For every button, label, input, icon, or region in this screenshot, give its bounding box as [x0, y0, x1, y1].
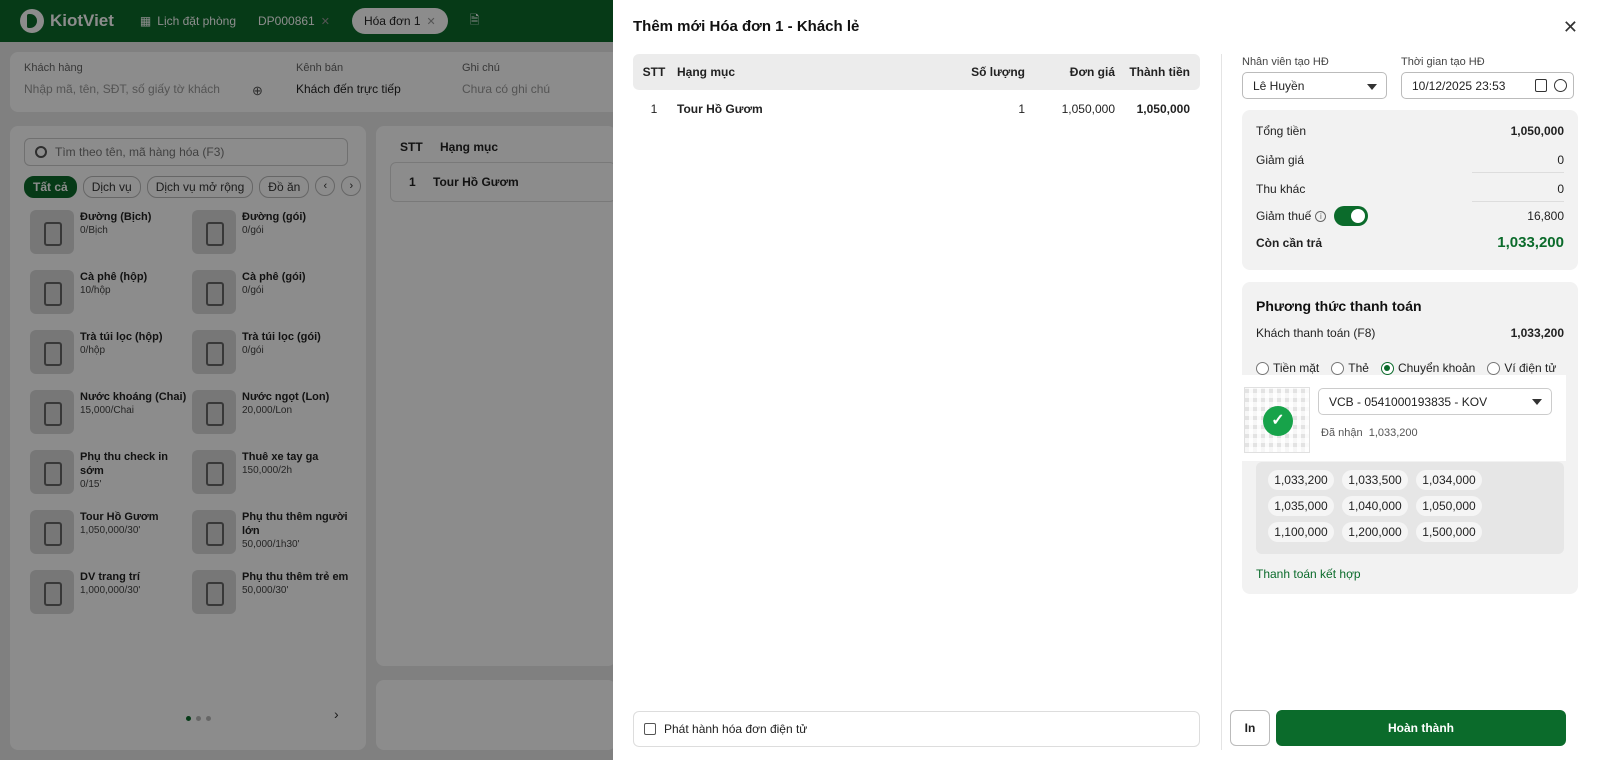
header-stt: STT [642, 65, 666, 79]
discount-underline [1472, 172, 1564, 173]
quick-amount-button[interactable]: 1,200,000 [1342, 522, 1408, 542]
row-qty: 1 [1018, 102, 1025, 116]
total-value: 1,050,000 [1510, 124, 1564, 138]
method-cash[interactable]: Tiền mặt [1256, 361, 1319, 375]
quick-amount-button[interactable]: 1,035,000 [1268, 496, 1334, 516]
print-button[interactable]: In [1230, 710, 1270, 746]
other-income-row[interactable]: Thu khác 0 [1256, 182, 1564, 196]
received-amount: Đã nhận 1,033,200 [1321, 427, 1418, 439]
amount-due-row: Còn cần trả 1,033,200 [1256, 234, 1564, 251]
tax-value: 16,800 [1527, 209, 1564, 223]
table-row: 1 Tour Hồ Gươm 1 1,050,000 1,050,000 [633, 90, 1200, 128]
staff-label: Nhân viên tạo HĐ [1242, 56, 1329, 68]
chevron-down-icon [1532, 399, 1542, 405]
e-invoice-label: Phát hành hóa đơn điện tử [664, 722, 808, 736]
divider [1221, 54, 1222, 750]
method-label: Thẻ [1348, 361, 1369, 375]
other-value[interactable]: 0 [1557, 182, 1564, 196]
received-value: 1,033,200 [1368, 427, 1418, 439]
radio-icon [1256, 361, 1269, 375]
e-invoice-checkbox[interactable] [644, 723, 656, 735]
quick-amount-button[interactable]: 1,100,000 [1268, 522, 1334, 542]
invoice-summary: Tổng tiền 1,050,000 Giảm giá 0 Thu khác … [1242, 110, 1578, 270]
method-card[interactable]: Thẻ [1331, 361, 1369, 375]
staff-select[interactable]: Lê Huyền [1242, 72, 1387, 99]
row-price: 1,050,000 [1061, 102, 1115, 116]
radio-icon [1487, 361, 1501, 375]
method-label: Tiền mặt [1273, 361, 1320, 375]
other-underline [1472, 201, 1564, 202]
quick-amounts: 1,033,200 1,033,500 1,034,000 1,035,000 … [1256, 462, 1564, 554]
received-label: Đã nhận [1321, 427, 1363, 439]
customer-pay-row: Khách thanh toán (F8) 1,033,200 [1256, 326, 1564, 340]
header-price: Đơn giá [1069, 65, 1115, 79]
total-row: Tổng tiền 1,050,000 [1256, 124, 1564, 138]
customer-pay-value[interactable]: 1,033,200 [1511, 326, 1564, 340]
invoice-items-table: STT Hạng mục Số lượng Đơn giá Thành tiền… [633, 54, 1200, 128]
header-qty: Số lượng [971, 65, 1025, 79]
calendar-icon[interactable] [1535, 79, 1547, 92]
method-label: Chuyển khoản [1397, 361, 1476, 375]
qr-code: ✓ [1244, 387, 1310, 453]
row-total: 1,050,000 [1136, 102, 1190, 116]
method-ewallet[interactable]: Ví điện tử [1487, 361, 1556, 375]
bank-transfer-panel: ✓ VCB - 0541000193835 - KOV Đã nhận 1,03… [1230, 375, 1566, 461]
other-label: Thu khác [1256, 182, 1306, 196]
method-transfer[interactable]: Chuyển khoản [1380, 361, 1476, 375]
due-value: 1,033,200 [1497, 234, 1564, 251]
info-icon[interactable]: i [1315, 210, 1327, 222]
quick-amount-button[interactable]: 1,033,500 [1342, 470, 1408, 490]
payment-title: Phương thức thanh toán [1256, 298, 1422, 314]
tax-label: Giảm thuế [1256, 209, 1312, 223]
staff-value: Lê Huyền [1253, 78, 1305, 93]
header-total: Thành tiền [1129, 65, 1190, 79]
time-label: Thời gian tạo HĐ [1401, 56, 1485, 68]
header-item: Hạng mục [677, 65, 736, 79]
table-header: STT Hạng mục Số lượng Đơn giá Thành tiền [633, 54, 1200, 90]
time-input[interactable]: 10/12/2025 23:53 [1401, 72, 1574, 99]
close-icon[interactable]: ✕ [1563, 18, 1578, 36]
row-item: Tour Hồ Gươm [677, 102, 763, 116]
total-label: Tổng tiền [1256, 124, 1307, 138]
complete-button[interactable]: Hoàn thành [1276, 710, 1566, 746]
check-circle-icon: ✓ [1263, 406, 1293, 436]
quick-amount-button[interactable]: 1,034,000 [1416, 470, 1482, 490]
quick-amount-button[interactable]: 1,050,000 [1416, 496, 1482, 516]
clock-icon[interactable] [1554, 79, 1567, 92]
due-label: Còn cần trả [1256, 235, 1323, 250]
bank-account-select[interactable]: VCB - 0541000193835 - KOV [1318, 388, 1552, 415]
discount-label: Giảm giá [1256, 153, 1305, 167]
tax-reduction-toggle[interactable] [1334, 206, 1369, 226]
customer-pay-label: Khách thanh toán (F8) [1256, 326, 1376, 340]
payment-methods: Tiền mặt Thẻ Chuyển khoản Ví điện tử [1256, 361, 1556, 375]
radio-selected-icon [1380, 361, 1394, 375]
method-label: Ví điện tử [1504, 361, 1557, 375]
e-invoice-option[interactable]: Phát hành hóa đơn điện tử [633, 711, 1200, 747]
tax-label-group: Giảm thuế i [1256, 206, 1369, 226]
row-stt: 1 [650, 102, 658, 116]
chevron-down-icon [1367, 84, 1377, 90]
combined-payment-link[interactable]: Thanh toán kết hợp [1256, 567, 1361, 581]
bank-account-value: VCB - 0541000193835 - KOV [1329, 394, 1488, 409]
quick-amount-button[interactable]: 1,500,000 [1416, 522, 1482, 542]
modal-title: Thêm mới Hóa đơn 1 - Khách lẻ [633, 18, 860, 35]
quick-amount-button[interactable]: 1,033,200 [1268, 470, 1334, 490]
tax-reduction-row: Giảm thuế i 16,800 [1256, 206, 1564, 226]
radio-icon [1331, 361, 1345, 375]
discount-value[interactable]: 0 [1557, 153, 1564, 167]
time-value: 10/12/2025 23:53 [1412, 78, 1506, 93]
discount-row[interactable]: Giảm giá 0 [1256, 153, 1564, 167]
quick-amount-button[interactable]: 1,040,000 [1342, 496, 1408, 516]
